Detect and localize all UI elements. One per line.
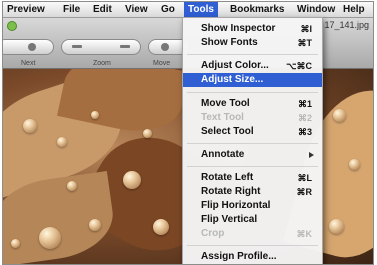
menu-item-show-fonts[interactable]: Show Fonts ⌘T [183, 36, 322, 50]
menu-preview[interactable]: Preview [7, 4, 45, 15]
tools-menu: Show Inspector ⌘I Show Fonts ⌘T Adjust Col… [182, 17, 323, 264]
menu-separator [187, 166, 318, 167]
water-drop [333, 109, 346, 122]
green-zoom-button-icon[interactable] [7, 21, 17, 31]
menu-item-assign-profile[interactable]: Assign Profile... [183, 250, 322, 264]
menu-file[interactable]: File [63, 4, 80, 15]
zoom-control[interactable] [61, 39, 141, 55]
water-drop [67, 181, 77, 191]
toolbar-label-zoom: Zoom [93, 60, 111, 67]
menu-item-show-inspector[interactable]: Show Inspector ⌘I [183, 22, 322, 36]
toolbar-label-move: Move [153, 60, 171, 67]
menu-item-adjust-color[interactable]: Adjust Color... ⌥⌘C [183, 59, 322, 73]
toolbar-label-next: Next [21, 60, 36, 67]
menu-bar: Preview File Edit View Go Tools Bookmark… [3, 2, 373, 18]
menu-go[interactable]: Go [161, 4, 175, 15]
menu-item-rotate-left[interactable]: Rotate Left ⌘L [183, 171, 322, 185]
menu-separator [187, 54, 318, 55]
menu-item-flip-vertical[interactable]: Flip Vertical [183, 213, 322, 227]
window-filename: 17_141.jpg [324, 20, 369, 30]
menu-view[interactable]: View [125, 4, 148, 15]
nav-dot-icon [28, 43, 36, 51]
menu-separator [187, 92, 318, 93]
move-icon [161, 43, 169, 51]
menu-item-text-tool: Text Tool ⌘2 [201, 112, 312, 123]
water-drop [11, 239, 20, 248]
menu-item-select-tool[interactable]: Select Tool ⌘3 [183, 125, 322, 139]
menu-tools[interactable]: Tools [184, 2, 218, 17]
menu-separator [187, 245, 318, 246]
menu-item-rotate-right[interactable]: Rotate Right ⌘R [183, 185, 322, 199]
zoom-in-icon[interactable] [120, 45, 130, 48]
preview-window: Preview File Edit View Go Tools Bookmark… [2, 1, 374, 265]
menu-separator [187, 143, 318, 144]
menu-item-adjust-size[interactable]: Adjust Size... [183, 73, 322, 87]
nav-control[interactable] [3, 39, 54, 55]
menu-item-crop: Crop ⌘K [201, 228, 312, 239]
water-drop [123, 171, 141, 189]
menu-item-move-tool[interactable]: Move Tool ⌘1 [183, 97, 322, 111]
water-drop [329, 219, 344, 234]
menu-item-flip-horizontal[interactable]: Flip Horizontal [183, 199, 322, 213]
water-drop [153, 219, 169, 235]
chevron-right-icon [309, 152, 314, 158]
water-drop [89, 219, 101, 231]
water-drop [349, 159, 360, 170]
menu-edit[interactable]: Edit [93, 4, 112, 15]
menu-window[interactable]: Window [297, 4, 335, 15]
menu-item-annotate[interactable]: Annotate [183, 148, 322, 162]
zoom-out-icon[interactable] [72, 45, 82, 48]
water-drop [39, 227, 61, 249]
menu-help[interactable]: Help [343, 4, 365, 15]
water-drop [23, 119, 37, 133]
water-drop [57, 137, 67, 147]
water-drop [91, 111, 99, 119]
menu-bookmarks[interactable]: Bookmarks [230, 4, 284, 15]
water-drop [143, 129, 152, 138]
